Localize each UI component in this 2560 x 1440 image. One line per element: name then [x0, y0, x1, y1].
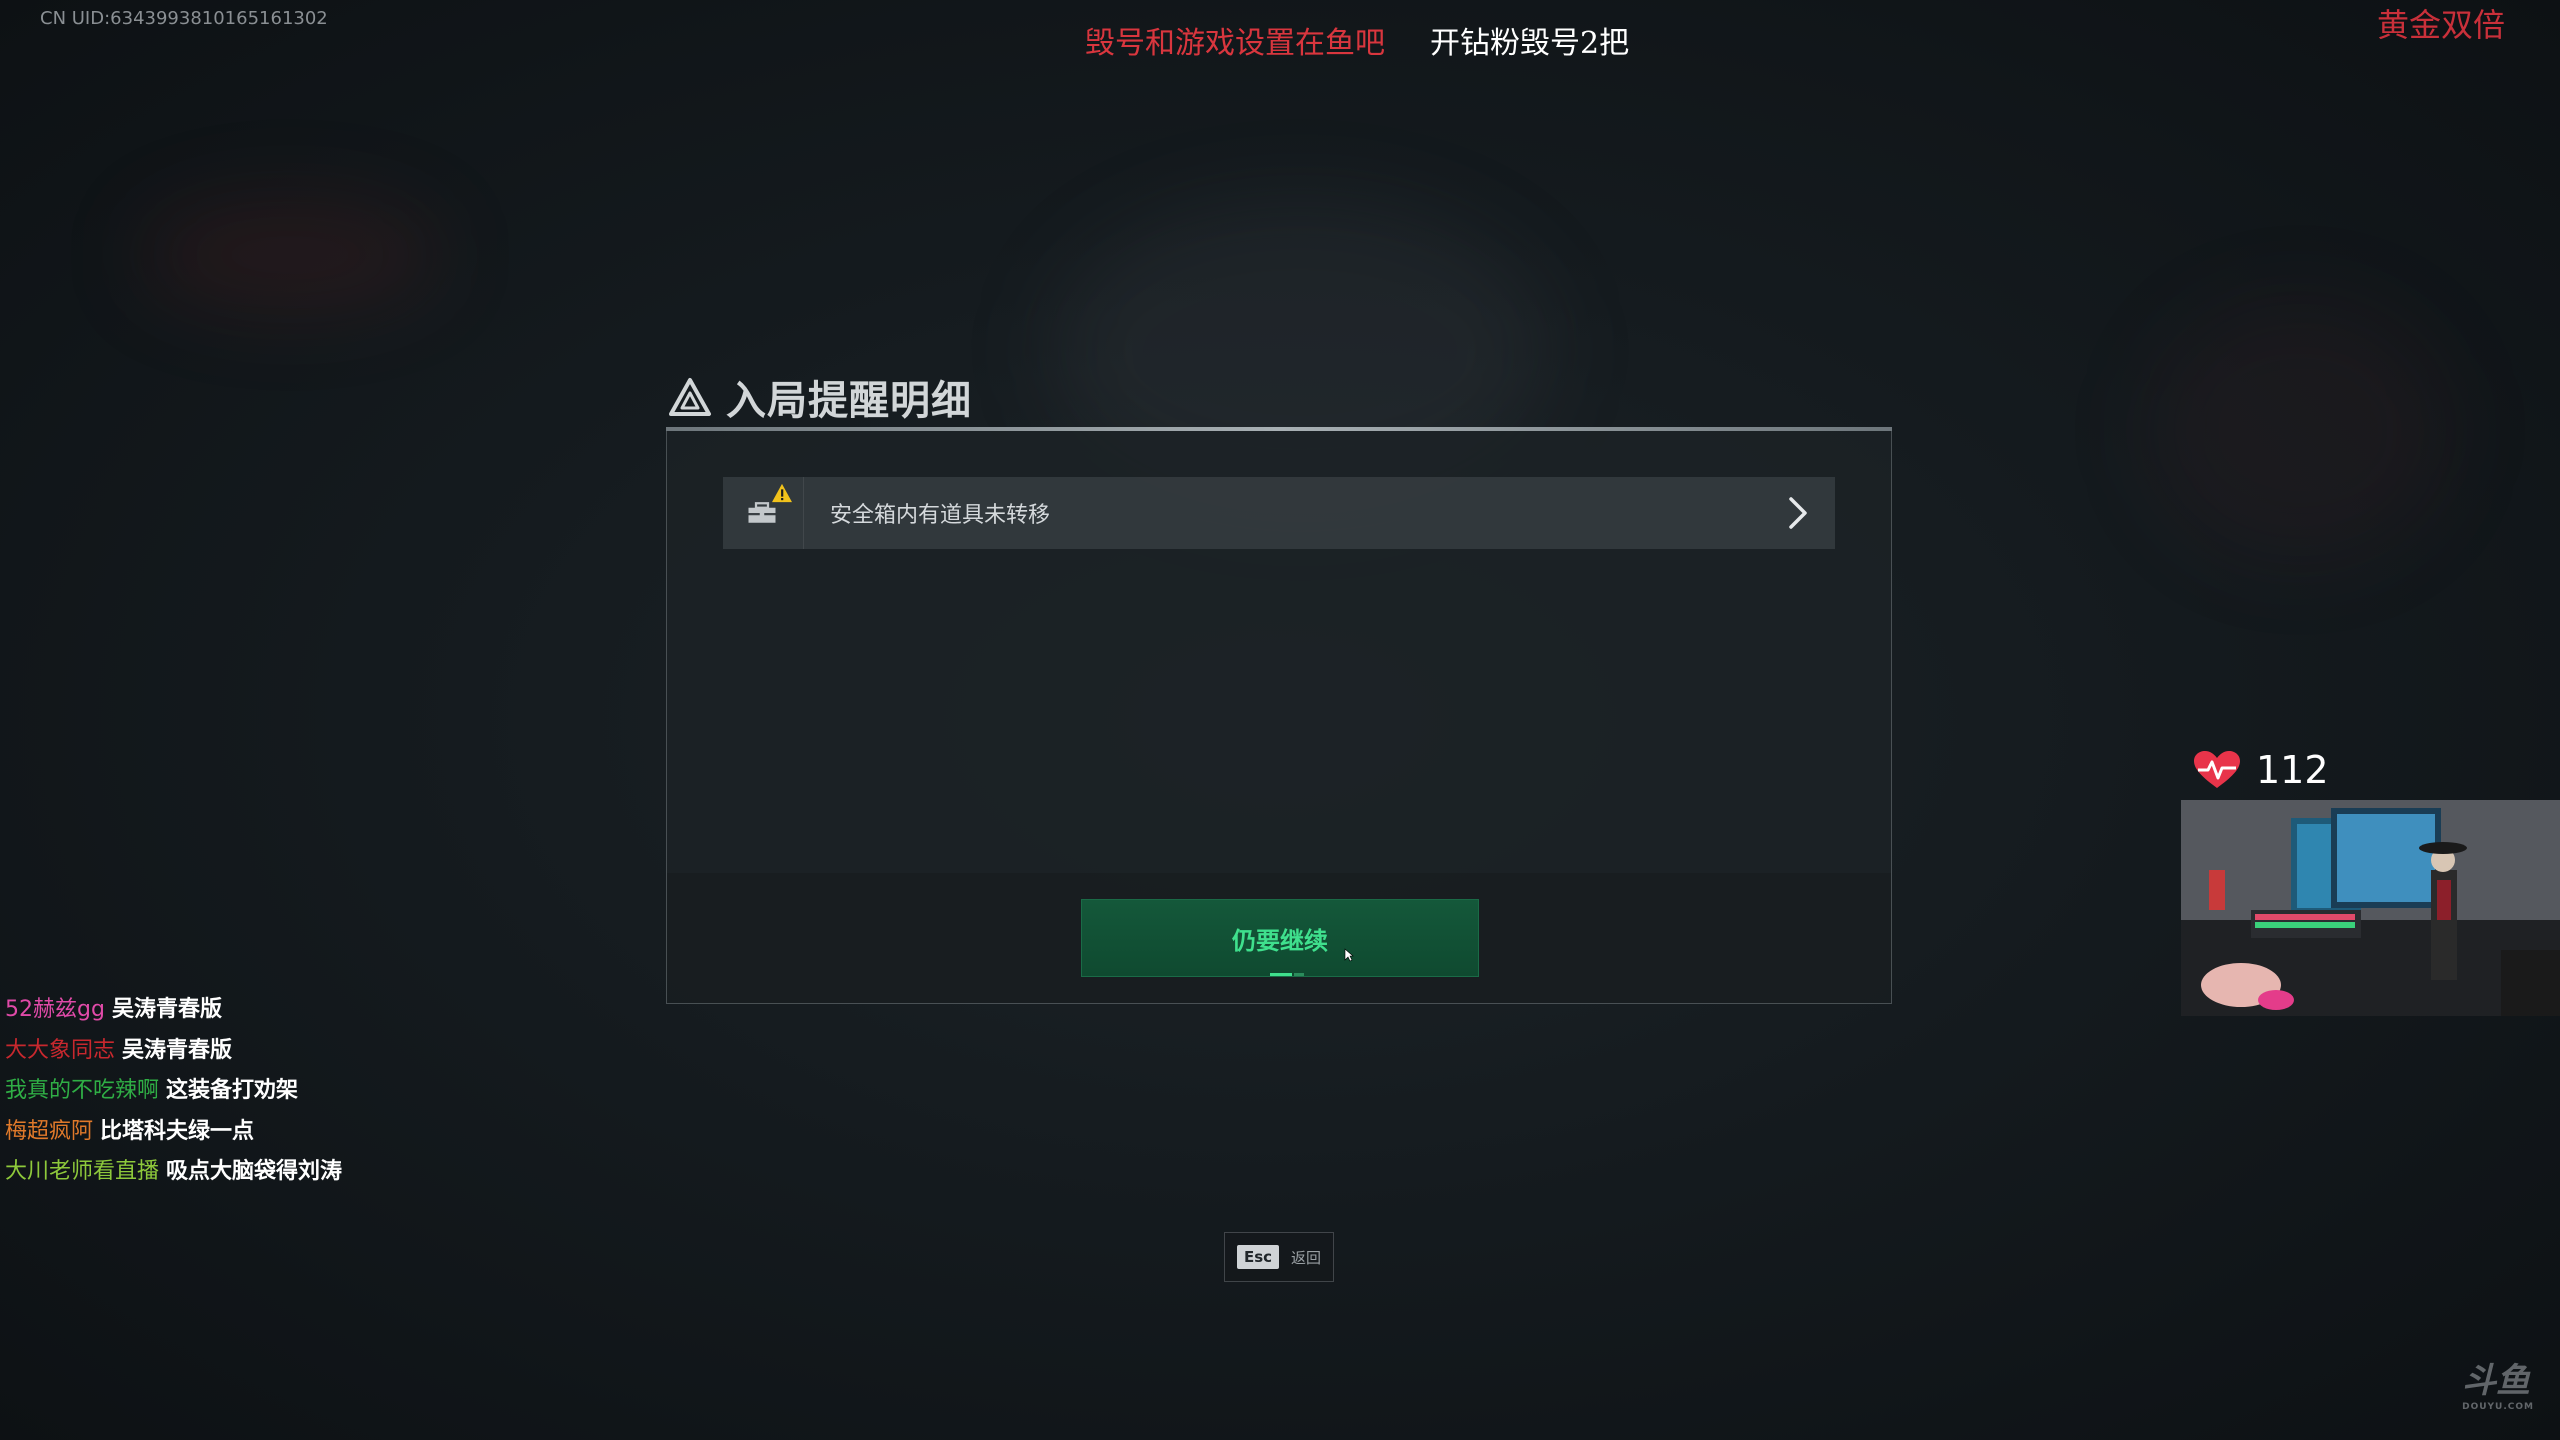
dialog-title: 入局提醒明细 — [668, 368, 972, 426]
warning-item-label: 安全箱内有道具未转移 — [830, 503, 1051, 528]
webcam-image — [2181, 800, 2560, 1016]
warning-item-safe-box[interactable]: 安全箱内有道具未转移 — [723, 477, 1835, 549]
esc-back-label: 返回 — [1291, 1248, 1322, 1267]
stream-banner: 毁号和游戏设置在鱼吧 开钻粉毁号2把 — [1085, 18, 1629, 62]
dialog-top-border — [666, 427, 1892, 431]
banner-red-text: 毁号和游戏设置在鱼吧 — [1085, 26, 1385, 61]
item-icon-box — [723, 477, 804, 549]
dialog-title-text: 入局提醒明细 — [726, 378, 972, 424]
heart-rate-value: 112 — [2256, 748, 2329, 792]
background-glow — [2150, 300, 2450, 560]
heartbeat-icon — [2194, 751, 2240, 788]
chevron-right-icon[interactable] — [1777, 493, 1817, 533]
continue-anyway-button[interactable]: 仍要继续 — [1081, 899, 1479, 977]
chat-username: 52赫兹gg — [5, 997, 105, 1022]
entry-reminder-dialog: 安全箱内有道具未转移 仍要继续 — [666, 427, 1892, 1004]
chat-message: 大大象同志 吴涛青春版 — [5, 1031, 342, 1072]
chat-text: 吸点大脑袋得刘涛 — [166, 1159, 343, 1184]
top-right-text: 黄金双倍 — [2376, 6, 2505, 44]
heart-rate-widget: 112 — [2192, 748, 2329, 792]
chat-text: 吴涛青春版 — [122, 1037, 233, 1063]
chat-message: 52赫兹gg 吴涛青春版 — [5, 990, 342, 1031]
esc-key: Esc — [1236, 1245, 1280, 1269]
chat-message: 大川老师看直播 吸点大脑袋得刘涛 — [5, 1152, 342, 1193]
uid-label: CN UID:6343993810165161302 — [40, 8, 328, 29]
chat-username: 梅超疯阿 — [5, 1118, 94, 1144]
watermark-sub: DOUYU.COM — [2462, 1402, 2534, 1412]
background-glow — [140, 200, 440, 310]
watermark-text: 斗鱼 — [2462, 1361, 2531, 1401]
chat-message: 梅超疯阿 比塔科夫绿一点 — [5, 1112, 342, 1153]
chat-text: 比塔科夫绿一点 — [100, 1118, 255, 1144]
chat-username: 大川老师看直播 — [5, 1159, 160, 1184]
continue-button-label: 仍要继续 — [1232, 926, 1328, 955]
button-indicator — [1294, 973, 1304, 976]
webcam-feed — [2181, 800, 2560, 1016]
toolbox-icon — [748, 502, 776, 523]
chat-username: 大大象同志 — [5, 1037, 116, 1063]
chat-username: 我真的不吃辣啊 — [5, 1078, 160, 1103]
chat-text: 吴涛青春版 — [111, 997, 222, 1022]
danmaku-chat: 52赫兹gg 吴涛青春版 大大象同志 吴涛青春版 我真的不吃辣啊 这装备打劝架 梅超疯… — [5, 990, 342, 1193]
button-indicator — [1270, 973, 1292, 976]
warning-icon — [772, 483, 792, 503]
douyu-watermark: 斗鱼 DOUYU.COM — [2462, 1353, 2534, 1412]
chat-text: 这装备打劝架 — [166, 1078, 299, 1103]
mouse-cursor-icon — [1344, 948, 1354, 962]
warning-triangle-icon — [669, 378, 711, 416]
chat-message: 我真的不吃辣啊 这装备打劝架 — [5, 1071, 342, 1112]
esc-back-hint[interactable]: Esc 返回 — [1224, 1232, 1334, 1282]
banner-white-text: 开钻粉毁号2把 — [1430, 26, 1630, 61]
